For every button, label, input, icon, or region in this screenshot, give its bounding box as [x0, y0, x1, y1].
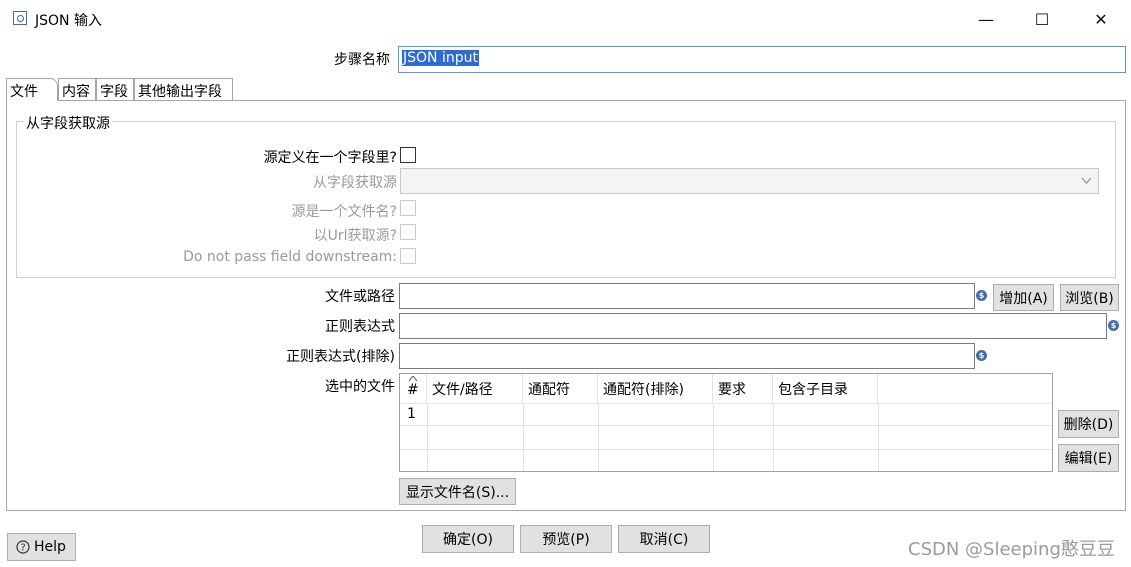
variable-icon: $ — [1108, 320, 1119, 331]
title-bar — [0, 0, 1131, 38]
add-button[interactable]: 增加(A) — [993, 284, 1054, 311]
source-field-group-title: 从字段获取源 — [24, 113, 112, 133]
show-filenames-button[interactable]: 显示文件名(S)... — [399, 478, 516, 505]
tab-additional-output-fields[interactable]: 其他输出字段 — [134, 78, 233, 100]
selected-files-label: 选中的文件 — [325, 379, 395, 395]
source-is-filename-label: 源是一个文件名? — [291, 204, 397, 220]
tab-file[interactable]: 文件 — [6, 78, 58, 101]
source-field-group — [16, 121, 1116, 278]
source-in-field-label: 源定义在一个字段里? — [263, 150, 397, 166]
file-path-label: 文件或路径 — [325, 289, 395, 305]
delete-button[interactable]: 删除(D) — [1058, 410, 1119, 438]
source-in-field-checkbox[interactable] — [400, 147, 416, 163]
column-header-include-subfolders[interactable]: 包含子目录 — [773, 374, 878, 403]
column-header-path[interactable]: 文件/路径 — [427, 374, 523, 403]
step-name-value: JSON input — [402, 50, 479, 66]
selected-files-table[interactable]: # 文件/路径 通配符 通配符(排除) 要求 包含子目录 1 — [399, 373, 1053, 472]
do-not-pass-field-label: Do not pass field downstream: — [183, 249, 397, 265]
preview-button[interactable]: 预览(P) — [520, 525, 612, 553]
browse-button[interactable]: 浏览(B) — [1060, 284, 1119, 311]
get-source-from-field-label: 从字段获取源 — [313, 175, 397, 191]
edit-button[interactable]: 编辑(E) — [1058, 444, 1119, 472]
tab-fields[interactable]: 字段 — [96, 78, 134, 100]
column-header-exclude-wildcard[interactable]: 通配符(排除) — [598, 374, 713, 403]
tab-content[interactable]: 内容 — [58, 78, 96, 100]
exclude-regex-input[interactable] — [399, 343, 975, 369]
help-icon: ? — [16, 540, 30, 554]
column-header-required[interactable]: 要求 — [713, 374, 773, 403]
variable-icon: $ — [976, 350, 987, 361]
maximize-button[interactable]: ☐ — [1019, 0, 1065, 38]
minimize-button[interactable]: — — [963, 0, 1009, 38]
column-header-num[interactable]: # — [400, 374, 427, 403]
step-name-input[interactable]: JSON input — [398, 46, 1126, 73]
chevron-down-icon — [1081, 177, 1092, 184]
close-button[interactable]: ✕ — [1078, 0, 1124, 38]
variable-icon: $ — [976, 290, 987, 301]
app-icon — [13, 11, 27, 25]
regex-label: 正则表达式 — [325, 319, 395, 335]
column-header-wildcard[interactable]: 通配符 — [523, 374, 598, 403]
sort-up-icon — [409, 376, 417, 381]
cancel-button[interactable]: 取消(C) — [618, 525, 710, 553]
svg-text:?: ? — [20, 543, 25, 554]
get-source-from-field-select[interactable] — [400, 168, 1099, 194]
file-path-input[interactable] — [399, 283, 975, 309]
do-not-pass-field-checkbox[interactable] — [400, 248, 416, 264]
ok-button[interactable]: 确定(O) — [422, 525, 514, 553]
regex-input[interactable] — [399, 313, 1107, 339]
read-source-as-url-label: 以Url获取源? — [313, 228, 397, 244]
exclude-regex-label: 正则表达式(排除) — [286, 349, 395, 365]
help-button[interactable]: ? Help — [7, 533, 76, 561]
step-name-label: 步骤名称 — [334, 52, 390, 68]
table-row-number[interactable]: 1 — [407, 406, 416, 422]
watermark: CSDN @Sleeping憨豆豆 — [908, 539, 1115, 560]
window-title: JSON 输入 — [35, 13, 102, 29]
read-source-as-url-checkbox[interactable] — [400, 224, 416, 240]
source-is-filename-checkbox[interactable] — [400, 200, 416, 216]
help-label: Help — [34, 539, 66, 555]
